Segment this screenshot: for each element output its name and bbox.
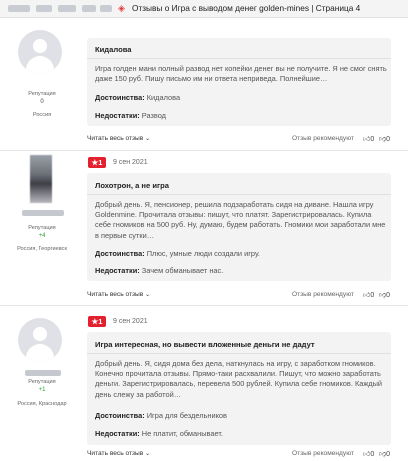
- review-cons: Недостатки: Развод: [95, 111, 166, 120]
- username-blurred[interactable]: [25, 370, 61, 376]
- page-title: Отзывы о Игра с выводом денег golden-min…: [132, 3, 361, 13]
- blurred-tab[interactable]: [100, 5, 112, 12]
- thumbs-down-button[interactable]: 👎︎0: [379, 449, 390, 458]
- review-title[interactable]: Игра интересная, но вывести вложенные де…: [95, 340, 315, 349]
- user-photo[interactable]: [30, 155, 52, 203]
- review-card: Кидалова Игра голден мани полный развод …: [87, 38, 391, 126]
- review-cons: Недостатки: Зачем обманывает нас.: [95, 266, 224, 275]
- review-item: Репутация +4 Россия, Георгиевск ★1 9 сен…: [0, 151, 408, 306]
- reputation-label: Репутация: [28, 379, 56, 385]
- review-title[interactable]: Лохотрон, а не игра: [95, 181, 169, 190]
- review-date: 9 сен 2021: [113, 159, 148, 166]
- rating-badge: ★1: [88, 316, 106, 327]
- reputation-value: +1: [38, 387, 46, 393]
- username-blurred[interactable]: [22, 210, 64, 216]
- review-text: Добрый день. Я, сидя дома без дела, натк…: [95, 359, 383, 399]
- window-title-bar: ◈ Отзывы о Игра с выводом денег golden-m…: [0, 0, 408, 18]
- blurred-tab[interactable]: [82, 5, 96, 12]
- review-pros: Достоинства: Кидалова: [95, 93, 181, 102]
- user-location: Россия, Георгиевск: [17, 246, 67, 252]
- chevron-down-icon: ⌄: [145, 136, 151, 142]
- review-footer: Читать весь отзыв ⌄ Отзыв рекомендуют 👍︎…: [87, 289, 391, 301]
- chevron-down-icon: ⌄: [145, 451, 151, 457]
- review-title[interactable]: Кидалова: [95, 45, 132, 54]
- avatar[interactable]: [18, 30, 62, 74]
- recommend-label: Отзыв рекомендуют: [292, 291, 355, 298]
- recommend-label: Отзыв рекомендуют: [292, 135, 355, 142]
- review-pros: Достоинства: Плюс, умные люди создали иг…: [95, 249, 260, 258]
- review-footer: Читать весь отзыв ⌄ Отзыв рекомендуют 👍︎…: [87, 448, 391, 460]
- rating-badge: ★1: [88, 157, 106, 168]
- recommend-label: Отзыв рекомендуют: [292, 450, 355, 457]
- review-card: Игра интересная, но вывести вложенные де…: [87, 332, 391, 445]
- review-cons: Недостатки: Не платит, обманывает.: [95, 429, 223, 438]
- avatar[interactable]: [18, 318, 62, 362]
- chevron-down-icon: ⌄: [145, 292, 151, 298]
- thumbs-up-button[interactable]: 👍︎0: [363, 449, 374, 458]
- review-footer: Читать весь отзыв ⌄ Отзыв рекомендуют 👍︎…: [87, 133, 391, 145]
- review-date: 9 сен 2021: [113, 318, 148, 325]
- read-full-review-link[interactable]: Читать весь отзыв ⌄: [87, 291, 150, 298]
- review-item: Репутация 0 Россия Кидалова Игра голден …: [0, 18, 408, 151]
- thumbs-down-button[interactable]: 👎︎0: [379, 290, 390, 299]
- review-text: Добрый день. Я, пенсионер, решила подзар…: [95, 200, 386, 240]
- user-location: Россия, Краснодар: [17, 401, 67, 407]
- user-location: Россия: [32, 112, 52, 118]
- reputation-value: 0: [40, 99, 44, 105]
- thumbs-down-button[interactable]: 👎︎0: [379, 134, 390, 143]
- review-pros: Достоинства: Игра для бездельников: [95, 411, 227, 420]
- review-card: Лохотрон, а не игра Добрый день. Я, пенс…: [87, 173, 391, 281]
- pin-icon[interactable]: ◈: [118, 3, 128, 14]
- thumbs-up-button[interactable]: 👍︎0: [363, 290, 374, 299]
- read-full-review-link[interactable]: Читать весь отзыв ⌄: [87, 450, 150, 457]
- read-full-review-link[interactable]: Читать весь отзыв ⌄: [87, 135, 150, 142]
- blurred-tab[interactable]: [58, 5, 76, 12]
- reputation-label: Репутация: [28, 91, 56, 97]
- review-item: Репутация +1 Россия, Краснодар ★1 9 сен …: [0, 306, 408, 461]
- reputation-label: Репутация: [28, 225, 56, 231]
- blurred-tab[interactable]: [36, 5, 52, 12]
- thumbs-up-button[interactable]: 👍︎0: [363, 134, 374, 143]
- blurred-tab[interactable]: [8, 5, 30, 12]
- reputation-value: +4: [38, 233, 46, 239]
- review-text: Игра голден мани полный развод нет копей…: [95, 64, 387, 84]
